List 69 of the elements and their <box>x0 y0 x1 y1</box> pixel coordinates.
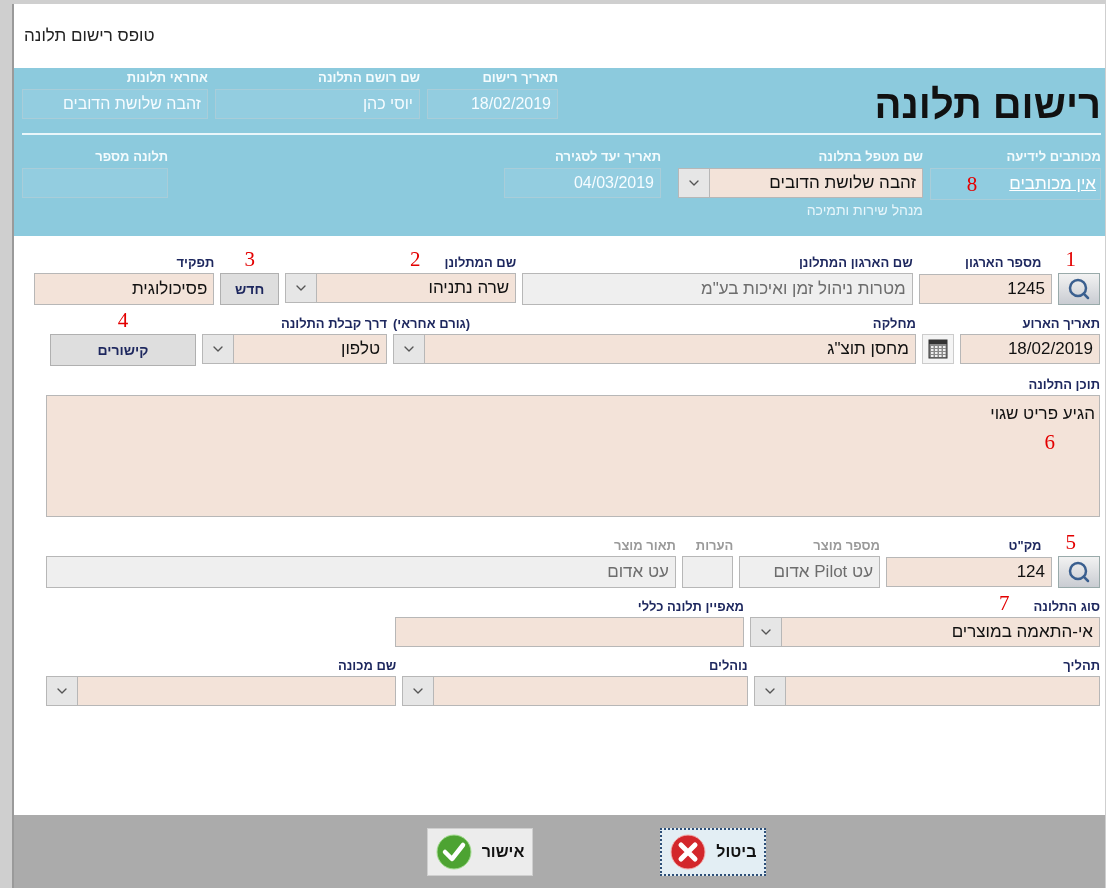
field-label: מספר הארגון <box>964 255 1042 270</box>
calendar-button[interactable] <box>922 334 954 364</box>
annotation-number: 8 <box>966 173 978 195</box>
field-label: תאור מוצר <box>613 538 676 553</box>
search-icon <box>1067 560 1091 584</box>
field-label: מחלקה <box>872 316 916 331</box>
input-field[interactable]: 1245 <box>918 274 1052 304</box>
form-button[interactable]: חדש <box>220 273 280 305</box>
field-label: מאפיין תלונה כללי <box>637 599 744 614</box>
field-label: תאריך הארוע <box>1022 316 1100 331</box>
annotation-number: 2 <box>410 249 421 270</box>
field-label: הערות <box>695 538 734 553</box>
readonly-field: זהבה שלושת הדובים <box>22 89 208 119</box>
input-field[interactable] <box>681 556 734 588</box>
window-title: טופס רישום תלונה <box>23 25 156 47</box>
dropdown-field[interactable] <box>46 676 397 706</box>
field-label: מספר מוצר <box>813 538 881 553</box>
readonly-field: 18/02/2019 <box>427 89 558 119</box>
input-field[interactable]: 124 <box>886 557 1052 587</box>
check-icon <box>435 833 472 870</box>
dropdown-field[interactable]: זהבה שלושת הדובים <box>678 168 923 198</box>
field-label: סוג התלונה <box>1033 599 1100 614</box>
field-label: שם הארגון המתלונן <box>798 255 913 270</box>
dialog-button[interactable]: ביטול <box>660 827 767 876</box>
input-field[interactable]: עט Pilot אדום <box>739 556 881 588</box>
field-label: דרך קבלת התלונה <box>280 316 387 331</box>
annotation-number: 4 <box>117 310 129 331</box>
field-label: מכותבים לידיעה <box>1005 149 1101 164</box>
readonly-field: 04/03/2019 <box>504 168 661 198</box>
annotation-number: 7 <box>999 593 1010 614</box>
field-label: תאריך רישום <box>481 70 558 85</box>
dropdown-field[interactable] <box>402 676 748 706</box>
annotation-number: 6 <box>1044 432 1055 453</box>
field-label: תהליך <box>1063 658 1100 673</box>
field-label: שם מטפל בתלונה <box>817 149 923 164</box>
search-button[interactable] <box>1058 273 1100 305</box>
dropdown-field[interactable]: אי-התאמה במוצרים <box>750 617 1100 647</box>
field-label: שם המתלונן <box>444 255 517 270</box>
handler-role: מנהל שירות ותמיכה <box>805 202 923 218</box>
dropdown-field[interactable]: טלפון <box>202 334 387 364</box>
readonly-field: יוסי כהן <box>215 89 420 119</box>
calendar-icon <box>928 339 948 359</box>
form-button[interactable]: קישורים <box>50 334 196 366</box>
field-label: שם רושם התלונה <box>317 70 420 85</box>
field-label: (גורם אחראי) <box>393 316 471 331</box>
input-field[interactable]: עט אדום <box>46 556 676 588</box>
search-icon <box>1067 277 1091 301</box>
field-label: שם מכונה <box>337 658 397 673</box>
field-label: נוהלים <box>708 658 748 673</box>
field-label: תפקיד <box>176 255 215 270</box>
field-label: תוכן התלונה <box>1028 377 1100 392</box>
input-field[interactable]: מטרות ניהול זמן ואיכות בע"מ <box>522 273 913 305</box>
close-icon <box>670 833 707 870</box>
date-field[interactable]: 18/02/2019 <box>960 334 1100 364</box>
dropdown-field[interactable]: מחסן תוצ"ג <box>393 334 916 364</box>
dialog-button[interactable]: אישור <box>426 827 534 876</box>
input-field[interactable] <box>395 617 744 647</box>
annotation-number: 5 <box>1065 532 1076 553</box>
dropdown-field[interactable]: שרה נתניהו <box>285 273 517 303</box>
field-label: תאריך יעד לסגירה <box>554 149 661 164</box>
input-field[interactable]: פסיכולוגית <box>34 273 215 305</box>
form-title: רישום תלונה <box>873 81 1101 127</box>
field-label: אחראי תלונות <box>125 70 208 85</box>
annotation-number: 1 <box>1065 249 1076 270</box>
dropdown-field[interactable] <box>753 676 1100 706</box>
field-label: מק"ט <box>1008 538 1042 553</box>
search-button[interactable] <box>1058 556 1100 588</box>
field-label: תלונה מספר <box>94 149 168 164</box>
annotation-number: 3 <box>244 249 255 270</box>
